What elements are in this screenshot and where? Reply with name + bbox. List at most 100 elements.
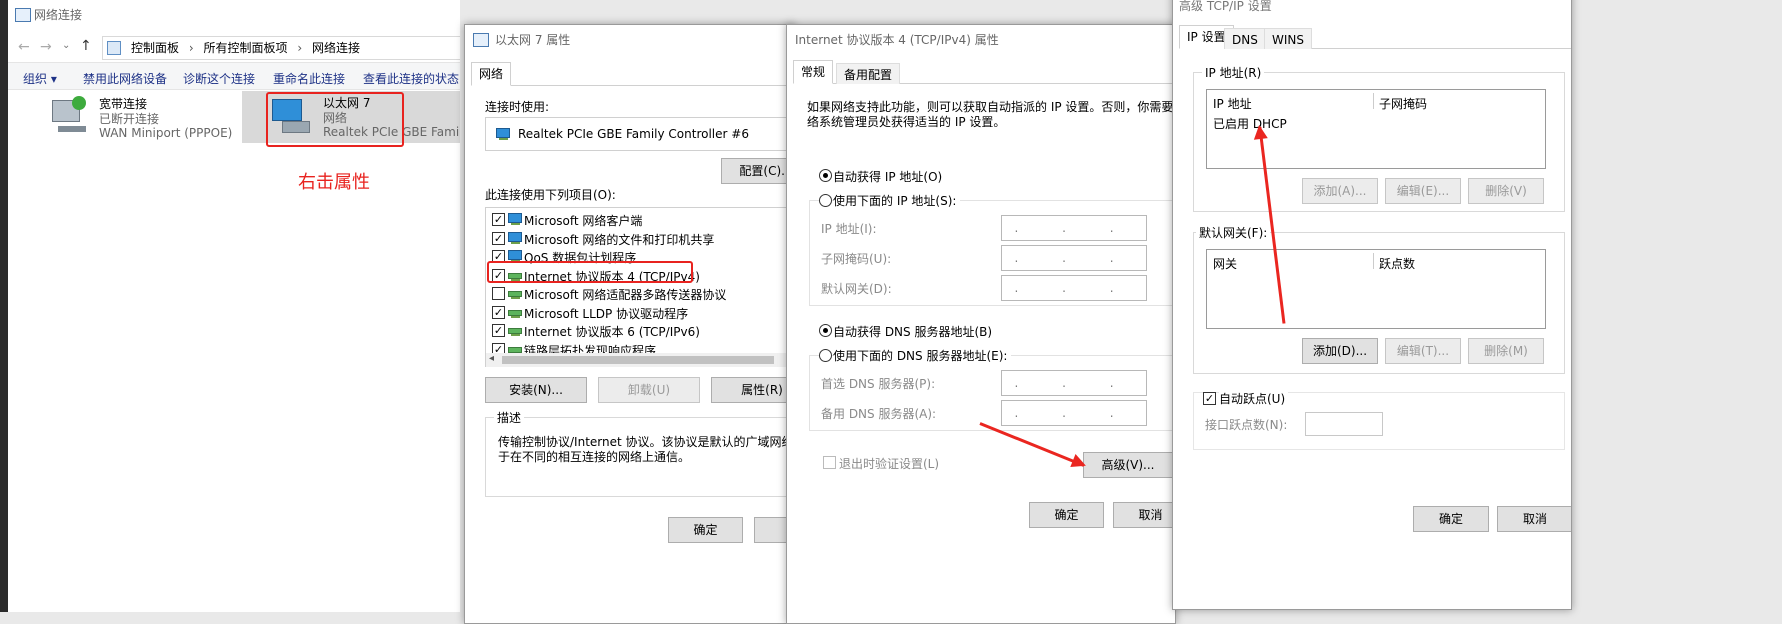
dialog-title: Internet 协议版本 4 (TCP/IPv4) 属性 [795,33,999,47]
back-icon[interactable]: ← [18,39,30,55]
auto-dns-radio[interactable] [819,324,832,337]
list-item[interactable]: Microsoft 网络客户端 [524,212,642,229]
advanced-tcpip-dialog: 高级 TCP/IP 设置 IP 设置 DNS WINS IP 地址(R) IP … [1172,0,1572,610]
preferred-dns-field[interactable]: . . . [1001,370,1147,396]
disable-device-button[interactable]: 禁用此网络设备 [83,70,167,87]
tab-network[interactable]: 网络 [471,62,512,86]
tab-wins[interactable]: WINS [1264,28,1312,49]
subnet-mask-label: 子网掩码(U): [821,252,892,266]
breadcrumb-item[interactable]: 所有控制面板项 [203,41,287,55]
adapter-broadband[interactable]: 宽带连接 已断开连接 WAN Miniport (PPPOE) [48,92,248,144]
adapter-icon [496,128,512,140]
ok-button[interactable]: 确定 [1029,502,1104,528]
add-ip-button[interactable]: 添加(A)... [1302,178,1378,204]
title-bar: 以太网 7 属性 [465,25,794,55]
title-bar: 网络连接 [8,0,460,30]
scroll-thumb[interactable] [502,356,774,364]
item-checkbox[interactable]: ✓ [492,324,505,337]
tab-alternate[interactable]: 备用配置 [836,63,901,84]
manual-ip-label[interactable]: 使用下面的 IP 地址(S): [833,192,961,209]
alternate-dns-field[interactable]: . . . [1001,400,1147,426]
ethernet-properties-dialog: 以太网 7 属性 网络 连接时使用: Realtek PCIe GBE Fami… [464,24,795,624]
item-checkbox[interactable] [492,287,505,300]
auto-ip-radio[interactable] [819,169,832,182]
intro-line-2: 络系统管理员处获得适当的 IP 设置。 [807,115,1006,129]
ok-button[interactable]: 确定 [1413,506,1489,532]
preferred-dns-label: 首选 DNS 服务器(P): [821,377,936,391]
network-folder-icon [15,8,31,22]
up-icon[interactable]: ↑ [80,38,92,54]
tab-dns[interactable]: DNS [1224,28,1266,49]
list-item[interactable]: Microsoft LLDP 协议驱动程序 [524,305,688,322]
gateway-table: 网关 跃点数 [1206,249,1546,329]
cancel-button[interactable]: 取消 [1497,506,1571,532]
control-panel-icon [107,41,121,55]
column-gateway: 网关 [1213,257,1238,271]
edit-gateway-button[interactable]: 编辑(T)... [1385,338,1461,364]
tab-general[interactable]: 常规 [793,60,834,84]
ip-address-field[interactable]: . . . [1001,215,1147,241]
advanced-button[interactable]: 高级(V)... [1083,452,1173,478]
item-checkbox[interactable]: ✓ [492,305,505,319]
auto-metric-checkbox[interactable]: ✓ [1203,392,1216,405]
edit-ip-button[interactable]: 编辑(E)... [1385,178,1461,204]
ok-button[interactable]: 确定 [668,517,743,543]
list-item[interactable]: Microsoft 网络适配器多路传送器协议 [524,286,726,303]
description-title: 描述 [494,409,525,426]
auto-metric-label[interactable]: 自动跃点(U) [1219,390,1289,407]
network-connections-window: 网络连接 ← → ⌄ ↑ 控制面板 › 所有控制面板项 › 网络连接 组织 ▾ … [8,0,460,612]
chevron-down-icon[interactable]: ⌄ [62,40,70,51]
list-item[interactable]: Microsoft 网络的文件和打印机共享 [524,231,714,248]
breadcrumb-item[interactable]: 控制面板 [131,41,179,55]
auto-ip-label[interactable]: 自动获得 IP 地址(O) [833,168,942,185]
command-bar: 组织 ▾ 禁用此网络设备 诊断这个连接 重命名此连接 查看此连接的状态 [8,62,460,90]
interface-metric-field[interactable] [1305,412,1383,436]
view-status-button[interactable]: 查看此连接的状态 [363,70,459,87]
manual-ip-radio[interactable] [819,194,832,207]
column-metric: 跃点数 [1379,257,1416,271]
manual-dns-radio[interactable] [819,349,832,362]
uninstall-button[interactable]: 卸载(U) [598,377,700,403]
dhcp-row[interactable]: 已启用 DHCP [1213,115,1287,132]
breadcrumb-item[interactable]: 网络连接 [312,41,360,55]
highlight-box-ipv4 [487,261,693,283]
manual-dns-label[interactable]: 使用下面的 DNS 服务器地址(E): [833,347,1012,364]
auto-dns-label[interactable]: 自动获得 DNS 服务器地址(B) [833,323,992,340]
validate-label: 退出时验证设置(L) [839,457,940,471]
breadcrumb[interactable]: 控制面板 › 所有控制面板项 › 网络连接 [102,36,460,60]
install-button[interactable]: 安装(N)... [485,377,587,403]
delete-gateway-button[interactable]: 删除(M) [1468,338,1544,364]
address-bar: ← → ⌄ ↑ 控制面板 › 所有控制面板项 › 网络连接 [8,34,460,62]
connect-using-label: 连接时使用: [485,100,550,114]
cancel-button[interactable]: 取消 [1113,502,1175,528]
highlight-box-ethernet [266,92,404,147]
horizontal-scrollbar[interactable]: ◂ [486,353,794,367]
chevron-right-icon: › [188,41,194,55]
list-item[interactable]: Internet 协议版本 6 (TCP/IPv6) [524,323,700,340]
component-icon [508,287,524,299]
interface-metric-label: 接口跃点数(N): [1205,418,1288,432]
delete-ip-button[interactable]: 删除(V) [1468,178,1544,204]
configure-button[interactable]: 配置(C)... [721,158,794,184]
title-bar: Internet 协议版本 4 (TCP/IPv4) 属性 [787,25,1175,55]
background-app-edge [0,0,8,612]
gateway-label: 默认网关(D): [821,282,892,296]
chevron-left-icon[interactable]: ◂ [489,353,494,364]
diagnose-button[interactable]: 诊断这个连接 [183,70,255,87]
validate-checkbox[interactable] [823,456,836,469]
component-icon [508,324,524,336]
gateway-group: 默认网关(F): 网关 跃点数 添加(D)... 编辑(T)... 删除(M) [1193,224,1565,374]
alternate-dns-label: 备用 DNS 服务器(A): [821,407,937,421]
subnet-mask-field[interactable]: . . . [1001,245,1147,271]
properties-button[interactable]: 属性(R) [711,377,794,403]
add-gateway-button[interactable]: 添加(D)... [1302,338,1378,364]
description-group: 描述 传输控制协议/Internet 协议。该协议是默认的广域网络协议， 于在不… [485,409,794,497]
adapter-status: 已断开连接 [99,112,160,126]
rename-button[interactable]: 重命名此连接 [273,70,345,87]
ip-address-label: IP 地址(I): [821,222,877,236]
organize-menu[interactable]: 组织 ▾ [23,70,57,87]
gateway-field[interactable]: . . . [1001,275,1147,301]
item-checkbox[interactable]: ✓ [492,213,505,226]
forward-icon[interactable]: → [40,39,52,55]
item-checkbox[interactable]: ✓ [492,231,505,245]
